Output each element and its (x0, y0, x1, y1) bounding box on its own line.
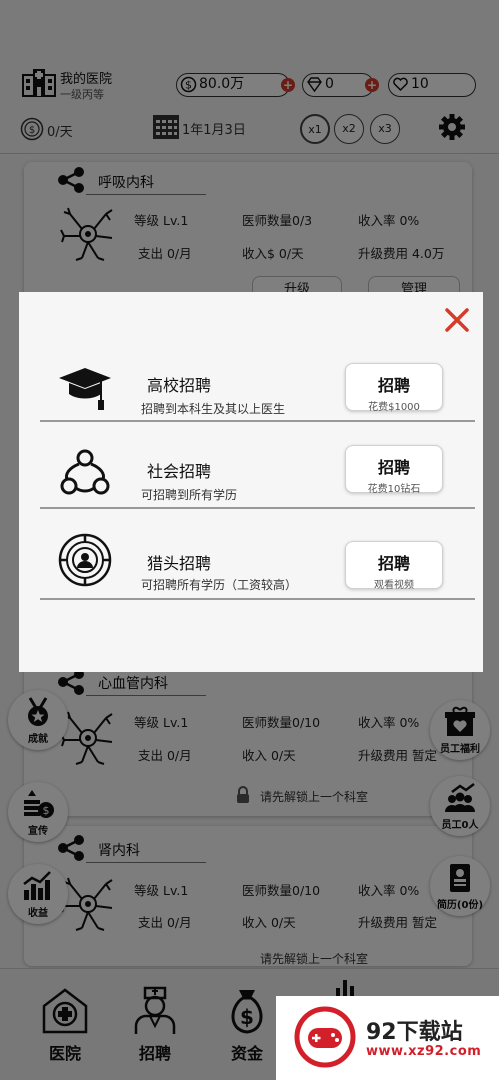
recruit-button-label: 招聘 (377, 376, 410, 395)
graduation-cap-icon (59, 368, 111, 410)
recruit-cost: 花费$1000 (368, 402, 420, 413)
option-title: 猎头招聘 (147, 554, 212, 573)
recruit-button-label: 招聘 (377, 458, 410, 477)
recruit-button-label: 招聘 (377, 554, 410, 573)
recruit-cost: 花费10钻石 (367, 484, 421, 495)
option-title: 高校招聘 (147, 376, 212, 395)
recruit-button[interactable]: 招聘 花费10钻石 (345, 445, 443, 495)
recruit-dialog: 高校招聘 招聘到本科生及其以上医生 招聘 花费$1000 社会招聘 可招聘到所有… (19, 292, 483, 672)
recruit-button[interactable]: 招聘 花费$1000 (345, 363, 443, 413)
divider (40, 420, 475, 422)
watermark-url: www.xz92.com (366, 1044, 482, 1059)
watermark-logo-icon (294, 1006, 356, 1068)
recruit-cost: 观看视频 (374, 580, 414, 591)
headhunter-target-icon (58, 533, 112, 587)
divider (40, 507, 475, 509)
watermark: 92下载站 www.xz92.com (276, 996, 499, 1080)
watermark-name: 92下载站 (366, 1020, 463, 1045)
divider (40, 598, 475, 600)
option-description: 可招聘到所有学历 (141, 488, 238, 502)
recruit-button[interactable]: 招聘 观看视频 (345, 541, 443, 591)
option-description: 招聘到本科生及其以上医生 (141, 402, 286, 416)
social-network-icon (60, 449, 110, 495)
close-icon[interactable] (443, 306, 471, 334)
option-title: 社会招聘 (147, 462, 212, 481)
option-description: 可招聘所有学历（工资较高） (141, 578, 298, 592)
